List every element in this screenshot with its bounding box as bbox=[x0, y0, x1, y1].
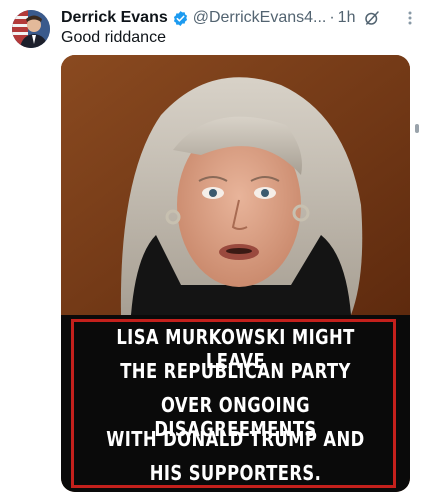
author-handle[interactable]: @DerrickEvans4... bbox=[193, 9, 327, 27]
caption-line: THE REPUBLICAN PARTY bbox=[120, 359, 351, 383]
grok-icon[interactable] bbox=[363, 9, 381, 27]
caption-box: LISA MURKOWSKI MIGHT LEAVE THE REPUBLICA… bbox=[61, 315, 410, 492]
post-media-image[interactable]: LISA MURKOWSKI MIGHT LEAVE THE REPUBLICA… bbox=[61, 55, 410, 492]
post-header: Derrick Evans @DerrickEvans4... · 1h bbox=[61, 7, 409, 29]
post[interactable]: Derrick Evans @DerrickEvans4... · 1h Goo… bbox=[0, 0, 421, 500]
scrollbar-thumb[interactable] bbox=[415, 124, 419, 133]
author-name[interactable]: Derrick Evans bbox=[61, 9, 168, 27]
avatar-image bbox=[12, 10, 50, 48]
verified-badge-icon[interactable] bbox=[172, 10, 189, 27]
post-text: Good riddance bbox=[61, 29, 166, 46]
portrait-photo bbox=[61, 55, 410, 315]
separator-dot: · bbox=[329, 9, 335, 26]
caption-line: HIS SUPPORTERS. bbox=[149, 461, 322, 485]
caption-line: WITH DONALD TRUMP AND bbox=[106, 427, 365, 451]
author-avatar[interactable] bbox=[12, 10, 50, 48]
more-options-icon[interactable] bbox=[405, 10, 415, 26]
post-time[interactable]: 1h bbox=[338, 9, 356, 27]
